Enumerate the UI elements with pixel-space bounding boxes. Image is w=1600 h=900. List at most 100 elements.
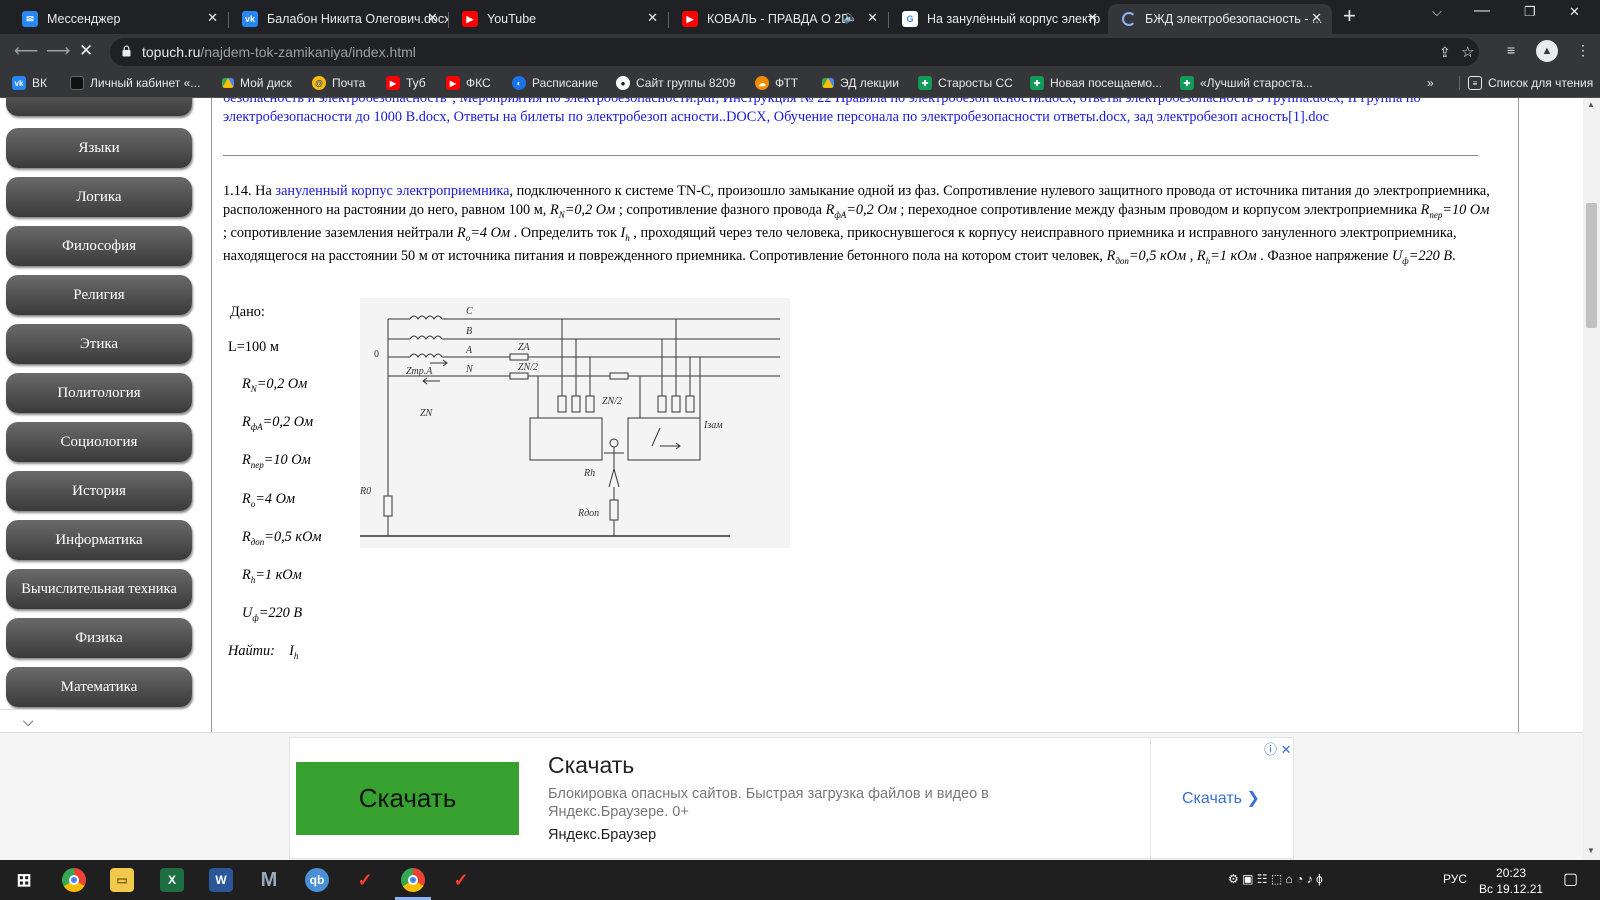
sidebar-item-math[interactable]: Математика [6, 667, 192, 707]
bookmark-best-starosta[interactable]: ✚ «Лучший староста... [1180, 76, 1313, 90]
close-icon[interactable]: ✕ [867, 10, 878, 26]
close-icon[interactable]: ✕ [1311, 10, 1322, 26]
bookmark-fks[interactable]: ▶ ФКС [446, 76, 491, 90]
scrollbar-thumb[interactable] [1586, 203, 1597, 328]
page-scrollbar[interactable]: ▲ ▼ [1583, 98, 1600, 860]
bookmark-lk[interactable]: Личный кабинет «... [70, 76, 200, 90]
tab-google-search[interactable]: G На занулённый корпус электр ✕ [888, 4, 1108, 34]
url-text[interactable]: topuch.ru/najdem-tok-zamikaniya/index.ht… [142, 44, 416, 60]
sidebar-item-partial[interactable] [6, 98, 192, 116]
sidebar-item-logic[interactable]: Логика [6, 177, 192, 217]
new-tab-button[interactable]: + [1343, 5, 1356, 27]
ad-brand: Яндекс.Браузер [548, 827, 657, 843]
close-icon[interactable]: ✕ [427, 10, 438, 26]
windows-start-icon[interactable]: ⊞ [12, 868, 36, 892]
todoist-icon[interactable]: ✓ [353, 868, 377, 892]
ad-download-link[interactable]: Скачать ❯ [1182, 788, 1260, 808]
label-a: A [465, 345, 473, 356]
kebab-menu-icon[interactable]: ⋮ [1576, 42, 1590, 59]
lock-icon[interactable] [122, 45, 131, 57]
ad-download-button[interactable]: Скачать [296, 762, 519, 835]
problem-link[interactable]: зануленный корпус электроприемника [275, 183, 509, 199]
problem-statement: 1.14. На зануленный корпус электроприемн… [223, 182, 1493, 271]
bookmark-mail[interactable]: @ Почта [312, 76, 365, 90]
system-clock[interactable]: 20:23 Вс 19.12.21 [1479, 865, 1543, 897]
bookmark-group-site[interactable]: ● Сайт группы 8209 [616, 76, 736, 90]
bookmark-star-icon[interactable]: ☆ [1461, 43, 1474, 61]
bookmark-schedule[interactable]: ◐ Расписание [512, 76, 598, 90]
bookmark-ftt[interactable]: ☁ ФТТ [755, 76, 798, 90]
bookmark-drive[interactable]: Мой диск [222, 76, 292, 90]
chrome-active-icon[interactable] [401, 868, 425, 892]
sidebar-item-label: Философия [61, 237, 137, 254]
category-sidebar: Языки Логика Философия Религия Этика Пол… [0, 98, 205, 732]
chrome-icon[interactable] [62, 868, 86, 892]
related-files-links[interactable]: безопасность и электробезопасность", Мер… [223, 98, 1478, 126]
back-button[interactable]: ⟵ [14, 42, 38, 60]
stop-loading-button[interactable]: ✕ [79, 42, 93, 60]
close-icon[interactable]: ✕ [647, 10, 658, 26]
ad-info-close-icon[interactable]: ⓘ ✕ [1264, 739, 1292, 758]
sidebar-item-ethics[interactable]: Этика [6, 324, 192, 364]
window-close-button[interactable]: ✕ [1569, 4, 1580, 20]
file-explorer-icon[interactable]: ▭ [110, 868, 134, 892]
formula-rdop: Rдоп=0,5 кОм [1106, 248, 1187, 267]
resistor-zn2 [609, 372, 629, 380]
yandex-ad-banner[interactable]: Скачать Скачать Блокировка опасных сайто… [289, 737, 1294, 860]
bookmark-attendance[interactable]: ✚ Новая посещаемо... [1030, 76, 1162, 90]
media-control-icon[interactable]: ≡ [1507, 42, 1515, 58]
sidebar-item-politology[interactable]: Политология [6, 373, 192, 413]
tab-messenger[interactable]: ✉ Мессенджер ✕ [8, 4, 228, 34]
word-icon[interactable]: W [209, 868, 233, 892]
bookmarks-overflow-button[interactable]: » [1427, 76, 1434, 90]
bookmark-tub[interactable]: ▶ Туб [386, 76, 426, 90]
tab-koval[interactable]: ▶ КОВАЛЬ - ПРАВДА О 2D 🔈 ✕ [668, 4, 888, 34]
close-icon[interactable]: ✕ [207, 10, 218, 26]
browser-toolbar: ⟵ ⟶ ✕ topuch.ru/najdem-tok-zamikaniya/in… [0, 34, 1600, 70]
sidebar-item-informatics[interactable]: Информатика [6, 520, 192, 560]
tray-icons[interactable]: ⚙ ▣ ☷ ⬚ ⌂ ◔ ♪ ϕ [1228, 872, 1323, 886]
excel-icon[interactable]: X [160, 868, 184, 892]
profile-avatar[interactable]: ▲ [1536, 40, 1558, 62]
sidebar-item-history[interactable]: История [6, 471, 192, 511]
mathcad-icon[interactable]: M [257, 868, 281, 892]
language-indicator[interactable]: РУС [1443, 872, 1467, 886]
speaker-icon[interactable]: 🔈 [843, 10, 858, 24]
sidebar-item-computing[interactable]: Вычислительная техника [6, 569, 192, 609]
sidebar-item-languages[interactable]: Языки [6, 128, 192, 168]
content-border-left [211, 98, 212, 732]
tab-youtube[interactable]: ▶ YouTube ✕ [448, 4, 668, 34]
sidebar-item-label: Физика [75, 629, 123, 646]
bookmark-label: Новая посещаемо... [1050, 76, 1163, 90]
restore-button[interactable]: ❐ [1524, 4, 1536, 20]
notifications-icon[interactable]: ▢ [1563, 869, 1578, 889]
sidebar-item-sociology[interactable]: Социология [6, 422, 192, 462]
address-bar[interactable]: topuch.ru/najdem-tok-zamikaniya/index.ht… [110, 38, 1479, 66]
qbittorrent-icon[interactable]: qb [305, 868, 329, 892]
given-title: Дано: [230, 304, 265, 320]
sidebar-item-religion[interactable]: Религия [6, 275, 192, 315]
sidebar-item-physics[interactable]: Физика [6, 618, 192, 658]
vk-messenger-icon: ✉ [22, 11, 38, 27]
tab-bzhd-active[interactable]: БЖД электробезопасность - ... ✕ [1108, 4, 1332, 34]
bookmark-starosty[interactable]: ✚ Старосты СС [918, 76, 1013, 90]
tab-title: Мессенджер [47, 12, 121, 26]
resistor-za [509, 353, 529, 361]
reading-list-button[interactable]: ≡ Список для чтения [1459, 76, 1593, 90]
close-icon[interactable]: ✕ [1087, 10, 1098, 26]
tab-title: На занулённый корпус электр [927, 12, 1101, 26]
sidebar-item-philosophy[interactable]: Философия [6, 226, 192, 266]
todoist-icon-2[interactable]: ✓ [449, 868, 473, 892]
scroll-down-icon[interactable]: ▼ [1587, 846, 1595, 855]
sidebar-scroll-down-button[interactable]: ⌵ [0, 709, 56, 732]
forward-button[interactable]: ⟶ [46, 42, 70, 60]
ad-area: Скачать Скачать Блокировка опасных сайто… [0, 732, 1583, 860]
minimize-button[interactable]: — [1474, 2, 1490, 20]
bookmark-vk[interactable]: vk ВК [12, 76, 47, 90]
ad-title[interactable]: Скачать [548, 752, 634, 779]
bookmark-ed-lectures[interactable]: ЭД лекции [822, 76, 899, 90]
share-icon[interactable]: ⇪ [1439, 44, 1451, 61]
tab-balabon[interactable]: vk Балабон Никита Олегович.docx ✕ [228, 4, 448, 34]
tab-search-chevron-icon[interactable]: ⌵ [1432, 4, 1442, 20]
scroll-up-icon[interactable]: ▲ [1587, 100, 1595, 109]
